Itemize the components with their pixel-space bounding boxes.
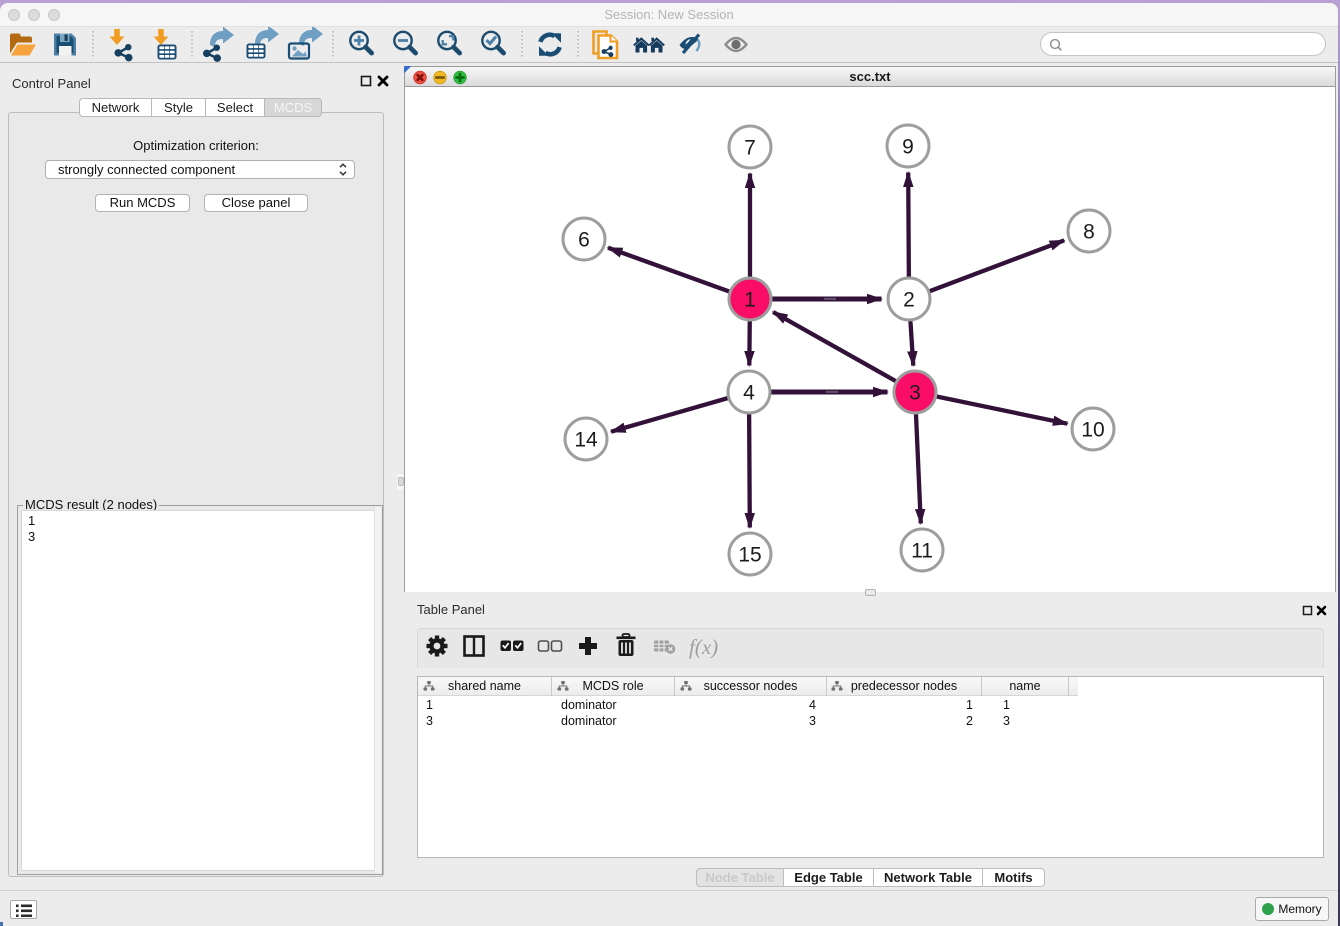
svg-text:14: 14 xyxy=(574,429,598,452)
svg-text:8: 8 xyxy=(1083,221,1095,244)
svg-text:6: 6 xyxy=(578,229,590,252)
svg-text:f(x): f(x) xyxy=(689,635,718,659)
svg-text:7: 7 xyxy=(744,137,756,160)
svg-text:3: 3 xyxy=(909,382,921,405)
svg-text:1: 1 xyxy=(744,289,756,312)
svg-text:4: 4 xyxy=(743,382,755,405)
svg-text:9: 9 xyxy=(902,136,914,159)
svg-text:11: 11 xyxy=(911,540,933,563)
svg-text:15: 15 xyxy=(738,544,761,567)
svg-text:10: 10 xyxy=(1081,419,1104,442)
svg-text:2: 2 xyxy=(903,289,915,312)
